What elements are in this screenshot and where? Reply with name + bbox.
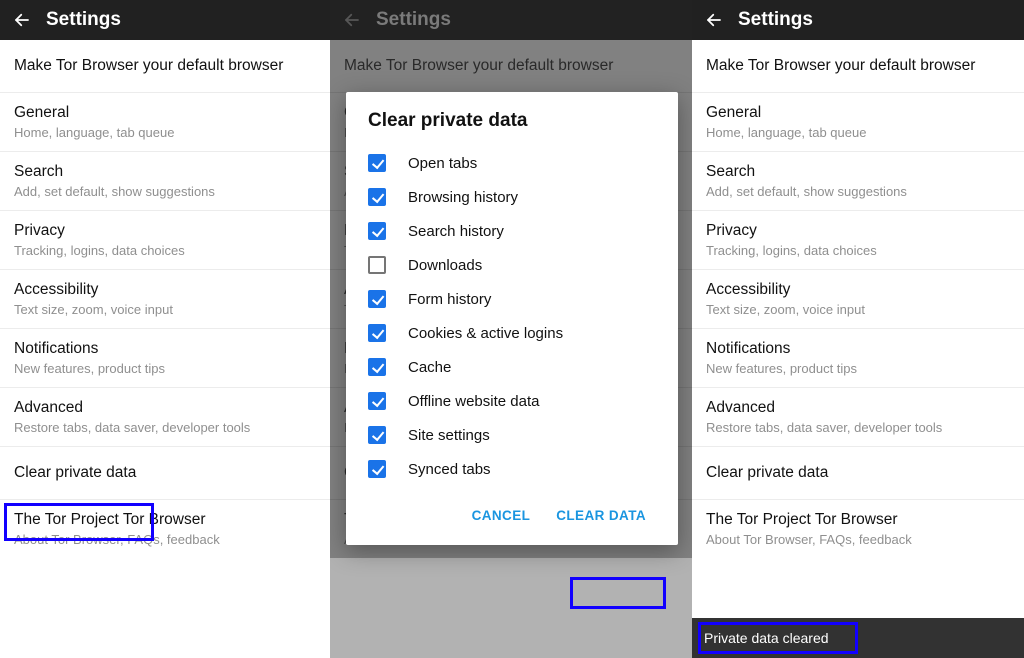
checkbox-icon[interactable] xyxy=(368,290,386,308)
row-default-browser[interactable]: Make Tor Browser your default browser xyxy=(692,40,1024,93)
row-advanced[interactable]: AdvancedRestore tabs, data saver, develo… xyxy=(692,388,1024,447)
dialog-title: Clear private data xyxy=(368,110,656,132)
screen-settings-list: Settings Make Tor Browser your default b… xyxy=(0,0,330,658)
clear-private-data-dialog: Clear private data Open tabs Browsing hi… xyxy=(346,92,678,545)
row-notifications[interactable]: NotificationsNew features, product tips xyxy=(692,329,1024,388)
topbar-1: Settings xyxy=(0,0,330,40)
row-clear-private-data[interactable]: Clear private data xyxy=(0,447,330,500)
checkbox-icon[interactable] xyxy=(368,154,386,172)
checkbox-icon[interactable] xyxy=(368,222,386,240)
checkbox-icon[interactable] xyxy=(368,460,386,478)
topbar-title: Settings xyxy=(738,9,813,31)
opt-downloads[interactable]: Downloads xyxy=(368,248,656,282)
checkbox-icon[interactable] xyxy=(368,324,386,342)
row-search[interactable]: SearchAdd, set default, show suggestions xyxy=(0,152,330,211)
opt-browsing-history[interactable]: Browsing history xyxy=(368,180,656,214)
checkbox-icon[interactable] xyxy=(368,392,386,410)
row-notifications[interactable]: NotificationsNew features, product tips xyxy=(0,329,330,388)
checkbox-icon[interactable] xyxy=(368,256,386,274)
row-about[interactable]: The Tor Project Tor BrowserAbout Tor Bro… xyxy=(0,500,330,558)
row-general[interactable]: GeneralHome, language, tab queue xyxy=(0,93,330,152)
opt-open-tabs[interactable]: Open tabs xyxy=(368,146,656,180)
opt-synced-tabs[interactable]: Synced tabs xyxy=(368,452,656,486)
row-search[interactable]: SearchAdd, set default, show suggestions xyxy=(692,152,1024,211)
row-accessibility[interactable]: AccessibilityText size, zoom, voice inpu… xyxy=(692,270,1024,329)
row-advanced[interactable]: AdvancedRestore tabs, data saver, develo… xyxy=(0,388,330,447)
cancel-button[interactable]: CANCEL xyxy=(462,500,541,531)
row-about[interactable]: The Tor Project Tor BrowserAbout Tor Bro… xyxy=(692,500,1024,558)
settings-list-3: Make Tor Browser your default browser Ge… xyxy=(692,40,1024,658)
row-default-browser[interactable]: Make Tor Browser your default browser xyxy=(0,40,330,93)
checkbox-icon[interactable] xyxy=(368,188,386,206)
row-privacy[interactable]: PrivacyTracking, logins, data choices xyxy=(692,211,1024,270)
checkbox-icon[interactable] xyxy=(368,426,386,444)
back-icon[interactable] xyxy=(8,6,36,34)
row-accessibility[interactable]: AccessibilityText size, zoom, voice inpu… xyxy=(0,270,330,329)
toast-text: Private data cleared xyxy=(704,630,829,646)
row-privacy[interactable]: PrivacyTracking, logins, data choices xyxy=(0,211,330,270)
topbar-title: Settings xyxy=(46,9,121,31)
row-general[interactable]: GeneralHome, language, tab queue xyxy=(692,93,1024,152)
row-clear-private-data[interactable]: Clear private data xyxy=(692,447,1024,500)
opt-offline[interactable]: Offline website data xyxy=(368,384,656,418)
opt-cookies[interactable]: Cookies & active logins xyxy=(368,316,656,350)
opt-site-settings[interactable]: Site settings xyxy=(368,418,656,452)
settings-list-1: Make Tor Browser your default browser Ge… xyxy=(0,40,330,658)
topbar-3: Settings xyxy=(692,0,1024,40)
clear-data-button[interactable]: CLEAR DATA xyxy=(546,500,656,531)
screen-settings-toast: Settings Make Tor Browser your default b… xyxy=(692,0,1024,658)
opt-search-history[interactable]: Search history xyxy=(368,214,656,248)
toast-private-data-cleared: Private data cleared xyxy=(692,618,1024,658)
opt-cache[interactable]: Cache xyxy=(368,350,656,384)
screen-clear-dialog: Settings Make Tor Browser your default b… xyxy=(330,0,692,658)
checkbox-icon[interactable] xyxy=(368,358,386,376)
back-icon[interactable] xyxy=(700,6,728,34)
opt-form-history[interactable]: Form history xyxy=(368,282,656,316)
